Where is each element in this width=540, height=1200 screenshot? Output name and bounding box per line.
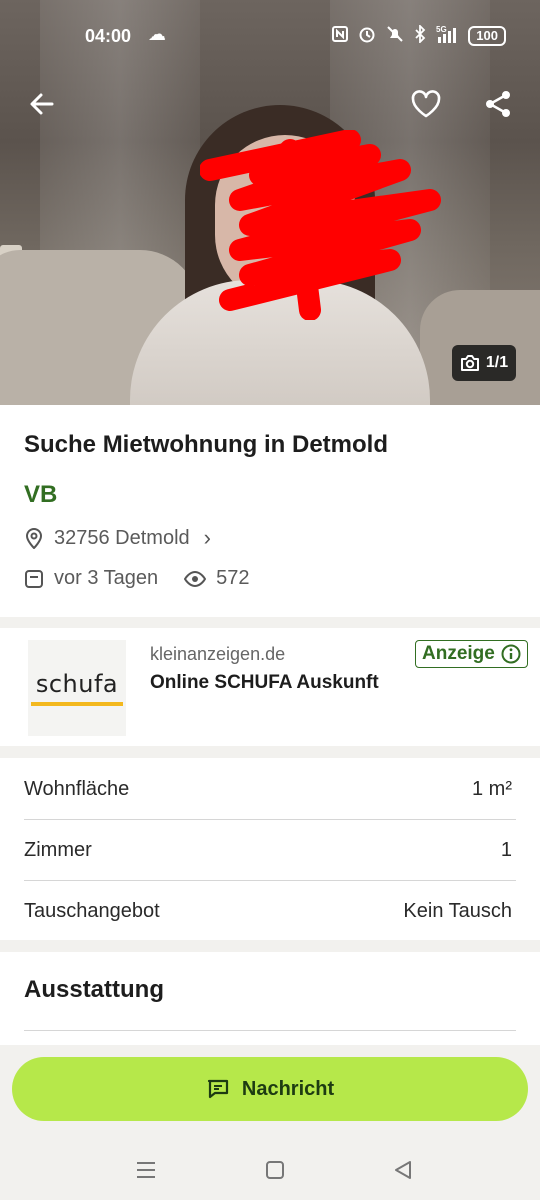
detail-row: Zimmer 1 (24, 819, 516, 881)
system-recents-button[interactable] (131, 1155, 161, 1185)
mute-icon (386, 25, 404, 47)
battery-indicator: 100 (468, 26, 506, 46)
ad-badge[interactable]: Anzeige (415, 640, 528, 668)
details-list: Wohnfläche 1 m² Zimmer 1 Tauschangebot K… (0, 758, 540, 940)
svg-text:5G: 5G (436, 25, 447, 34)
eye-icon (184, 570, 207, 587)
share-button[interactable] (476, 82, 520, 126)
photo-counter-badge[interactable]: 1/1 (452, 345, 516, 381)
features-heading: Ausstattung (24, 976, 164, 1003)
ad-logo: schufa (28, 640, 126, 736)
bluetooth-icon (414, 23, 426, 47)
listing-view-count: 572 (216, 567, 250, 589)
detail-value: 1 m² (472, 777, 512, 800)
ad-logo-text: schufa (35, 670, 119, 698)
back-button[interactable] (20, 82, 64, 126)
photo-counter-text: 1/1 (485, 354, 509, 371)
detail-value: 1 (500, 839, 512, 861)
detail-row: Tauschangebot Kein Tausch (24, 880, 516, 942)
listing-price: VB (24, 481, 58, 508)
bottom-bar: Nachricht (0, 1045, 540, 1200)
chat-icon (207, 1079, 228, 1099)
detail-label: Zimmer (24, 839, 92, 861)
nfc-icon (332, 26, 349, 46)
heart-icon (411, 90, 441, 118)
arrow-left-icon (30, 93, 54, 115)
detail-label: Wohnfläche (24, 777, 130, 800)
camera-icon (460, 355, 479, 371)
ad-title: Online SCHUFA Auskunft (150, 672, 379, 693)
detail-row: Wohnfläche 1 m² (24, 758, 516, 820)
alarm-icon (358, 25, 376, 47)
listing-meta: vor 3 Tagen 572 (24, 567, 250, 590)
ad-source: kleinanzeigen.de (150, 644, 286, 664)
status-bar: 04:00 ☁ 5G 100 (0, 0, 540, 70)
features-section: Ausstattung (0, 952, 540, 1052)
menu-icon (137, 1162, 155, 1178)
system-back-button[interactable] (388, 1155, 418, 1185)
divider (24, 1030, 516, 1031)
system-home-button[interactable] (260, 1155, 290, 1185)
redaction-scribble (200, 130, 441, 320)
listing-location-link[interactable]: 32756 Detmold › (24, 525, 211, 551)
listing-location: 32756 Detmold (54, 526, 190, 549)
square-icon (266, 1161, 284, 1179)
cloud-icon: ☁ (148, 24, 166, 44)
ad-card[interactable]: schufa kleinanzeigen.de Online SCHUFA Au… (0, 628, 540, 746)
listing-posted-date: vor 3 Tagen (54, 567, 159, 589)
triangle-back-icon (395, 1161, 411, 1179)
listing-info-card: Suche Mietwohnung in Detmold VB 32756 De… (0, 405, 540, 617)
message-button-label: Nachricht (241, 1077, 335, 1100)
chevron-right-icon: › (203, 525, 211, 550)
status-time: 04:00 (85, 26, 132, 46)
detail-label: Tauschangebot (24, 900, 160, 922)
ad-badge-label: Anzeige (422, 643, 495, 664)
info-icon (501, 644, 521, 664)
listing-title: Suche Mietwohnung in Detmold (24, 431, 388, 458)
ad-logo-underline (31, 702, 123, 706)
share-icon (486, 91, 510, 117)
favorite-button[interactable] (404, 82, 448, 126)
calendar-icon (25, 569, 43, 588)
detail-value: Kein Tausch (403, 900, 512, 922)
signal-icon: 5G (436, 25, 458, 47)
status-icons: 5G 100 (332, 23, 506, 47)
message-button[interactable]: Nachricht (12, 1057, 528, 1121)
location-pin-icon (25, 528, 43, 549)
